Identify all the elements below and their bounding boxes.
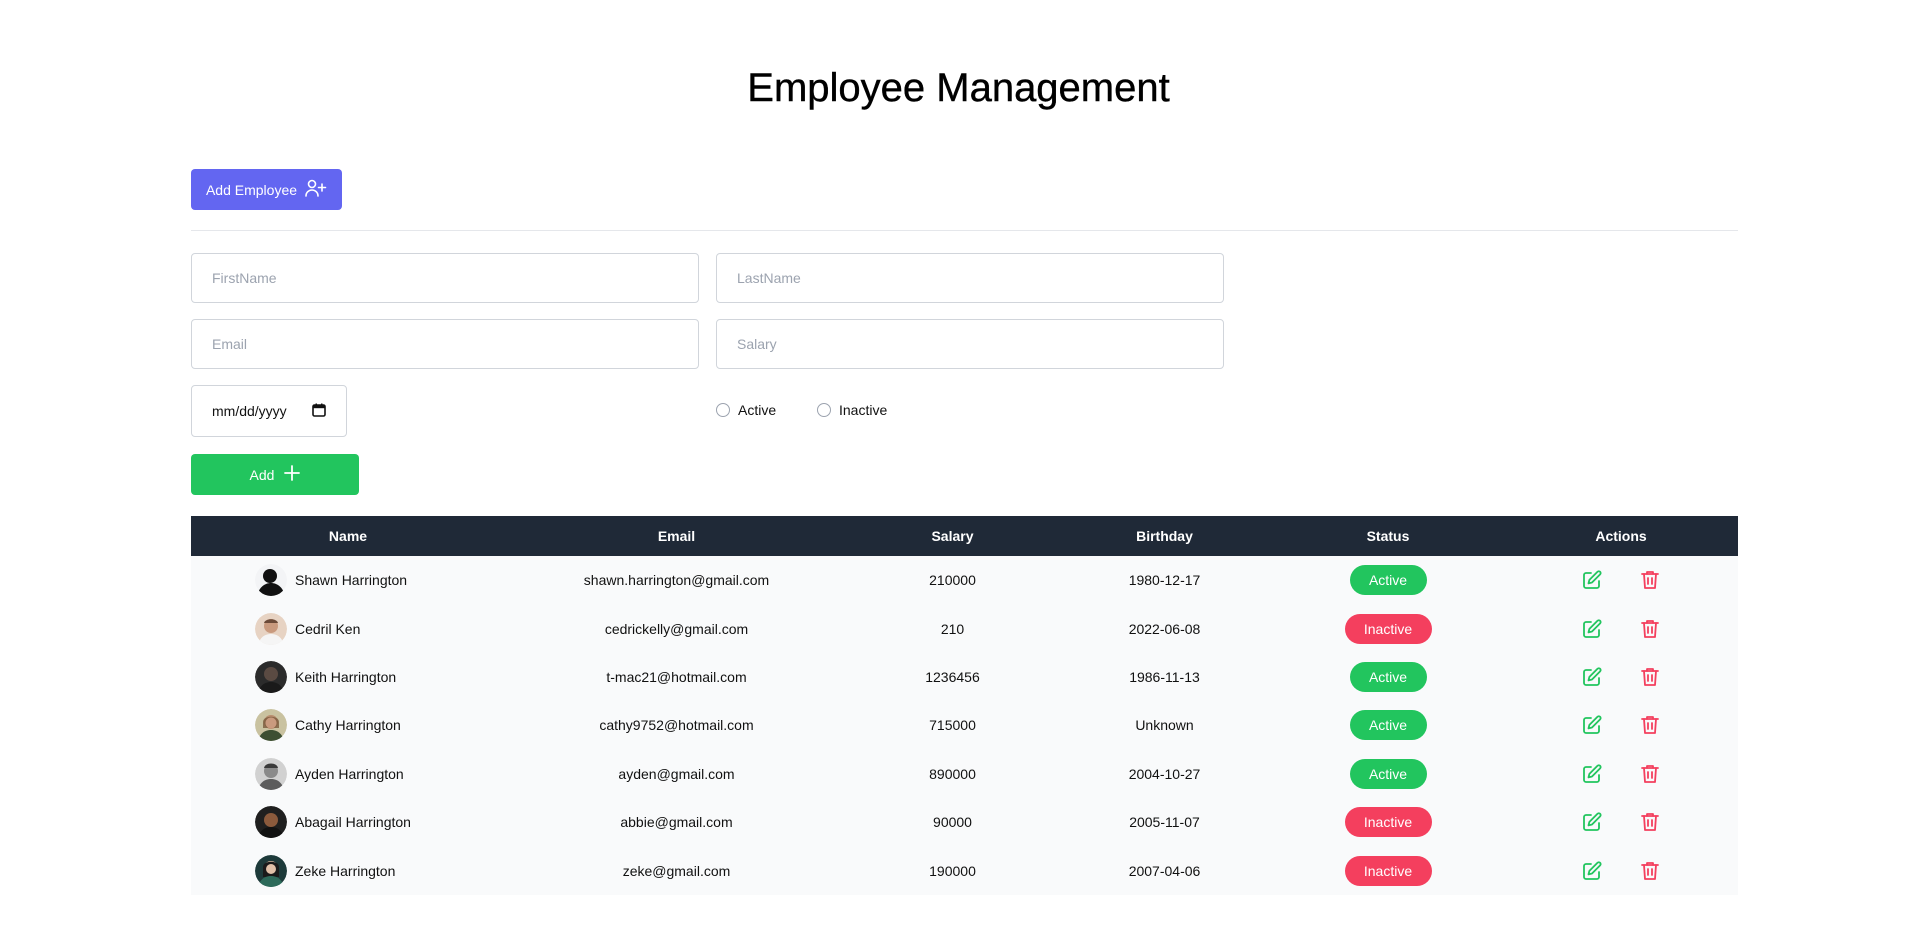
salary-field[interactable] — [716, 319, 1224, 369]
trash-icon[interactable] — [1639, 618, 1661, 640]
column-header-email: Email — [657, 528, 696, 544]
edit-icon[interactable] — [1581, 569, 1603, 591]
avatar — [255, 854, 287, 887]
status-radio-active[interactable]: Active — [716, 402, 776, 418]
table-row: Shawn Harrington shawn.harrington@gmail.… — [191, 556, 1738, 604]
edit-icon[interactable] — [1581, 763, 1603, 785]
edit-icon[interactable] — [1581, 714, 1603, 736]
employee-email: cathy9752@hotmail.com — [599, 717, 754, 734]
employee-salary: 715000 — [929, 717, 976, 734]
column-header-name: Name — [328, 528, 368, 544]
employee-birthday: Unknown — [1135, 717, 1194, 734]
calendar-icon[interactable] — [312, 403, 326, 420]
employee-salary: 190000 — [929, 862, 976, 879]
add-employee-button[interactable]: Add Employee — [191, 169, 342, 210]
employee-birthday: 1980-12-17 — [1128, 572, 1201, 589]
edit-icon[interactable] — [1581, 666, 1603, 688]
trash-icon[interactable] — [1639, 811, 1661, 833]
table-row: Abagail Harrington abbie@gmail.com 90000… — [191, 798, 1738, 846]
divider — [191, 230, 1738, 231]
status-badge: Inactive — [1344, 807, 1432, 838]
status-radio-inactive[interactable]: Inactive — [817, 402, 887, 418]
lastname-field[interactable] — [716, 253, 1224, 303]
employee-salary: 90000 — [933, 814, 972, 831]
employee-salary: 890000 — [929, 765, 976, 782]
status-badge: Inactive — [1344, 855, 1432, 886]
table-row: Ayden Harrington ayden@gmail.com 890000 … — [191, 750, 1738, 798]
page-title: Employee Management — [747, 66, 1170, 110]
employee-email: abbie@gmail.com — [620, 814, 733, 831]
date-placeholder: mm/dd/yyyy — [212, 403, 287, 419]
column-header-birthday: Birthday — [1136, 528, 1193, 544]
user-plus-icon — [305, 179, 327, 200]
column-header-actions: Actions — [1595, 528, 1647, 544]
employee-birthday: 2022-06-08 — [1128, 620, 1201, 637]
edit-icon[interactable] — [1581, 860, 1603, 882]
employee-name: Abagail Harrington — [295, 814, 411, 831]
table-body: Shawn Harrington shawn.harrington@gmail.… — [191, 556, 1738, 895]
employee-name: Shawn Harrington — [295, 572, 408, 589]
edit-icon[interactable] — [1581, 811, 1603, 833]
plus-icon — [284, 465, 301, 484]
radio-inactive-label: Inactive — [839, 402, 888, 418]
employee-email: cedrickelly@gmail.com — [604, 620, 749, 637]
employee-email: t-mac21@hotmail.com — [606, 668, 747, 685]
add-employee-label: Add Employee — [205, 181, 298, 198]
table-header: Name Email Salary Birthday Status Action… — [191, 516, 1738, 556]
birthday-date-field[interactable]: mm/dd/yyyy — [191, 385, 347, 437]
employee-birthday: 1986-11-13 — [1129, 668, 1200, 685]
employee-birthday: 2005-11-07 — [1129, 814, 1200, 831]
employee-salary: 1236456 — [925, 668, 980, 685]
edit-icon[interactable] — [1581, 618, 1603, 640]
email-field[interactable] — [191, 319, 699, 369]
employee-name: Ayden Harrington — [295, 765, 404, 782]
avatar — [255, 709, 287, 742]
employee-salary: 210 — [940, 620, 965, 637]
employee-name: Cathy Harrington — [295, 717, 401, 734]
status-badge: Active — [1349, 710, 1427, 741]
trash-icon[interactable] — [1639, 666, 1661, 688]
avatar — [255, 757, 287, 790]
trash-icon[interactable] — [1639, 763, 1661, 785]
employee-email: zeke@gmail.com — [622, 862, 731, 879]
add-button-label: Add — [249, 466, 275, 483]
employee-name: Zeke Harrington — [295, 862, 396, 879]
status-badge: Active — [1349, 565, 1427, 596]
avatar — [255, 806, 287, 839]
radio-active-label: Active — [738, 402, 777, 418]
table-row: Cedril Ken cedrickelly@gmail.com 210 202… — [191, 604, 1738, 652]
employee-email: ayden@gmail.com — [618, 765, 735, 782]
table-row: Cathy Harrington cathy9752@hotmail.com 7… — [191, 701, 1738, 749]
employee-name: Keith Harrington — [295, 668, 397, 685]
status-badge: Active — [1349, 758, 1427, 789]
radio-active-circle[interactable] — [716, 403, 730, 417]
avatar — [255, 660, 287, 693]
trash-icon[interactable] — [1639, 860, 1661, 882]
avatar — [255, 564, 287, 597]
employee-birthday: 2007-04-06 — [1128, 862, 1201, 879]
employee-email: shawn.harrington@gmail.com — [583, 572, 770, 589]
column-header-salary: Salary — [931, 528, 974, 544]
status-badge: Inactive — [1344, 613, 1432, 644]
employee-salary: 210000 — [929, 572, 976, 589]
avatar — [255, 612, 287, 645]
trash-icon[interactable] — [1639, 714, 1661, 736]
add-button[interactable]: Add — [191, 454, 359, 495]
column-header-status: Status — [1366, 528, 1410, 544]
employee-table: Name Email Salary Birthday Status Action… — [191, 516, 1738, 895]
trash-icon[interactable] — [1639, 569, 1661, 591]
employee-name: Cedril Ken — [295, 620, 361, 637]
table-row: Keith Harrington t-mac21@hotmail.com 123… — [191, 653, 1738, 701]
employee-birthday: 2004-10-27 — [1128, 765, 1201, 782]
radio-inactive-circle[interactable] — [817, 403, 831, 417]
firstname-field[interactable] — [191, 253, 699, 303]
table-row: Zeke Harrington zeke@gmail.com 190000 20… — [191, 846, 1738, 894]
status-badge: Active — [1349, 661, 1427, 692]
